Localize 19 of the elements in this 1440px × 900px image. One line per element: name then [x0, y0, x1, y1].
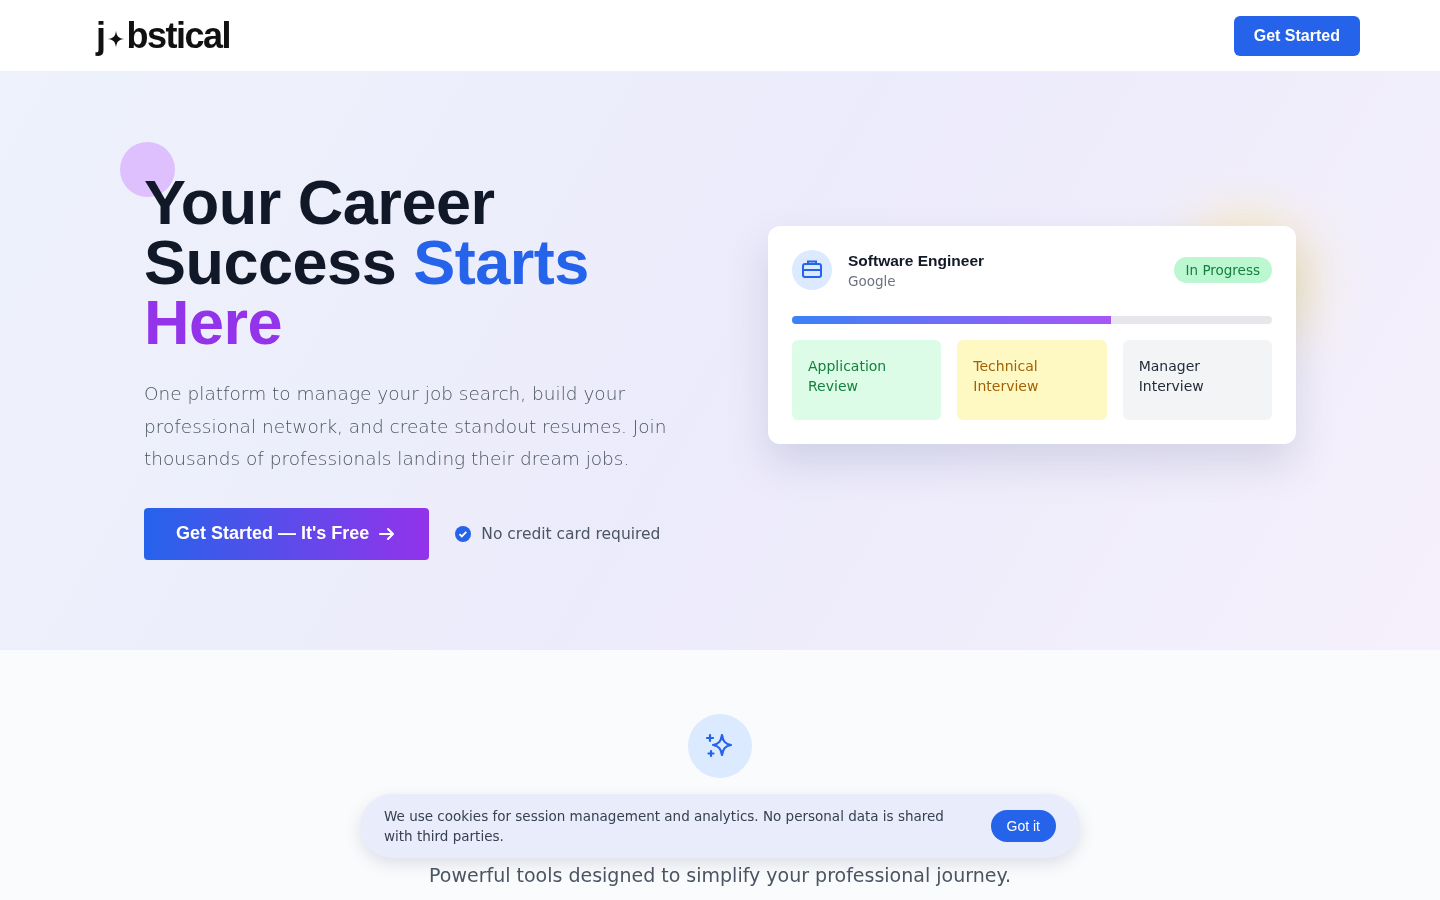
logo-text: j: [96, 14, 105, 57]
job-title: Software Engineer: [848, 251, 986, 270]
hero-headline: Your Career Success Starts Here: [144, 172, 590, 352]
stage-tile: Application Review: [792, 340, 942, 420]
hero-description: One platform to manage your job search, build your professional network, and create standout resumes. Join thousands of professionals landing their dream jobs.: [144, 382, 668, 471]
got-it-button[interactable]: Got it: [990, 810, 1056, 842]
get-started-free-button[interactable]: Get Started — It's Free: [144, 507, 430, 560]
status-badge: In Progress: [1173, 257, 1272, 283]
stage-tile: Technical Interview: [957, 340, 1107, 420]
company-name: Google: [848, 272, 897, 289]
features-subtitle: Powerful tools designed to simplify your professional journey.: [429, 864, 1011, 886]
get-started-button[interactable]: Get Started: [1233, 15, 1360, 56]
stage-tile: Manager Interview: [1122, 340, 1272, 420]
sparkles-icon: [688, 714, 752, 778]
logo-text: bstical: [126, 14, 231, 57]
no-credit-card-note: No credit card required: [481, 524, 661, 543]
briefcase-icon: [792, 250, 832, 290]
cookie-message: We use cookies for session management and analytics. No personal data is shared with third parties.: [384, 807, 945, 846]
check-circle-icon: [455, 525, 472, 542]
